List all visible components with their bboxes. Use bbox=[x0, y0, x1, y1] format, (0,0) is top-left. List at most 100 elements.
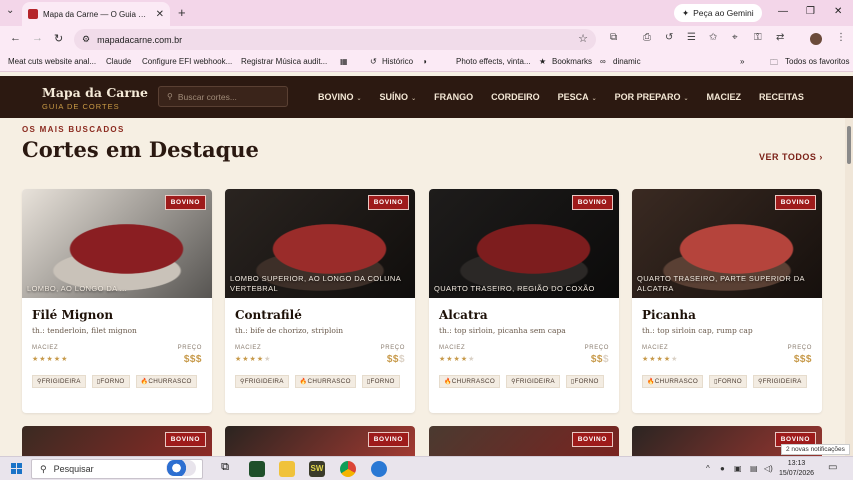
minimize-icon[interactable]: — bbox=[778, 6, 788, 17]
reload-icon[interactable]: ↻ bbox=[54, 32, 63, 45]
file-explorer-icon[interactable] bbox=[279, 461, 295, 477]
notifications-icon[interactable]: ▭ bbox=[828, 462, 837, 473]
image-caption: QUARTO TRASEIRO, REGIÃO DO COXÃO bbox=[434, 284, 595, 293]
cut-title[interactable]: Filé Mignon bbox=[32, 308, 113, 322]
main-menu: BOVINO ⌄ SUÍNO ⌄ FRANGO CORDEIRO PESCA ⌄ PO… bbox=[318, 92, 822, 102]
back-icon[interactable]: ← bbox=[10, 32, 21, 44]
favorites-icon[interactable]: ✩ bbox=[709, 32, 717, 43]
chevron-up-icon[interactable]: ^ bbox=[706, 464, 710, 473]
system-clock[interactable]: 13:13 15/07/2026 bbox=[779, 459, 814, 479]
more-menu-icon[interactable]: ⋮ bbox=[836, 32, 846, 43]
prep-tag[interactable]: ▯FORNO bbox=[709, 375, 747, 388]
soccer-ball-icon[interactable] bbox=[166, 460, 196, 476]
cut-card[interactable]: BOVINO QUARTO TRASEIRO, REGIÃO DO COXÃO … bbox=[429, 189, 619, 413]
cut-card[interactable]: BOVINO LOMBO SUPERIOR, AO LONGO DA COLUN… bbox=[225, 189, 415, 413]
cut-card[interactable]: BOVINO QUARTO TRASEIRO, PARTE SUPERIOR D… bbox=[632, 189, 822, 413]
network-icon[interactable]: ▤ bbox=[750, 464, 758, 473]
search-input[interactable] bbox=[177, 91, 278, 102]
card-partial[interactable]: BOVINO bbox=[22, 426, 212, 460]
menu-item-maciez[interactable]: MACIEZ bbox=[707, 92, 742, 102]
menu-item-frango[interactable]: FRANGO bbox=[434, 92, 473, 102]
print-icon[interactable]: ⎙ bbox=[643, 32, 651, 43]
password-key-icon[interactable]: ⚿ bbox=[754, 32, 762, 43]
prep-tag[interactable]: 🔥CHURRASCO bbox=[642, 375, 704, 388]
new-tab-icon[interactable]: + bbox=[178, 5, 186, 20]
sw-app-icon[interactable]: SW bbox=[309, 461, 325, 477]
maximize-icon[interactable]: ❐ bbox=[806, 6, 815, 17]
camera-icon[interactable]: ▣ bbox=[734, 464, 742, 473]
card-partial[interactable]: BOVINO bbox=[225, 426, 415, 460]
forward-icon[interactable]: → bbox=[32, 32, 43, 44]
card-partial[interactable]: BOVINO bbox=[429, 426, 619, 460]
cut-title[interactable]: Contrafilé bbox=[235, 308, 302, 322]
location-icon[interactable]: ⌖ bbox=[732, 32, 738, 43]
all-favorites-link[interactable]: Todos os favoritos bbox=[785, 57, 849, 66]
bookmark-item[interactable]: Configure EFI webhook... bbox=[142, 57, 232, 66]
prep-tag[interactable]: ⚲FRIGIDEIRA bbox=[752, 375, 807, 388]
cut-aka: th.: top sirloin, picanha sem capa bbox=[439, 326, 566, 335]
preco-label: PREÇO bbox=[380, 345, 405, 351]
menu-item-bovino[interactable]: BOVINO ⌄ bbox=[318, 92, 362, 102]
scrollbar-thumb[interactable] bbox=[847, 126, 851, 164]
stars-off: ★ bbox=[671, 356, 679, 363]
bookmark-item[interactable]: Meat cuts website anal... bbox=[8, 57, 96, 66]
menu-item-suino[interactable]: SUÍNO ⌄ bbox=[380, 92, 417, 102]
volume-icon[interactable]: ◁) bbox=[764, 464, 773, 473]
see-all-link[interactable]: VER TODOS › bbox=[759, 152, 823, 162]
section-eyebrow: OS MAIS BUSCADOS bbox=[22, 125, 125, 134]
task-view-icon[interactable]: ⧉ bbox=[217, 461, 233, 477]
bookmark-item[interactable]: Bookmarks bbox=[552, 57, 592, 66]
menu-item-por-preparo[interactable]: POR PREPARO ⌄ bbox=[615, 92, 689, 102]
apps-grid-icon[interactable]: ▦ bbox=[340, 57, 348, 66]
reading-list-icon[interactable]: ☰ bbox=[687, 32, 696, 43]
prep-tag[interactable]: 🔥CHURRASCO bbox=[439, 375, 501, 388]
menu-item-receitas[interactable]: RECEITAS bbox=[759, 92, 804, 102]
tab-search-icon[interactable]: ⌄ bbox=[6, 5, 14, 16]
close-tab-icon[interactable]: ✕ bbox=[156, 9, 164, 20]
windows-start-icon[interactable] bbox=[11, 463, 22, 474]
extension-icon[interactable]: ⧉ bbox=[610, 32, 617, 43]
image-caption: LOMBO SUPERIOR, AO LONGO DA COLUNA VERTE… bbox=[230, 274, 401, 293]
bookmark-item[interactable]: Photo effects, vinta... bbox=[456, 57, 531, 66]
browser-tab[interactable]: Mapa da Carne — O Guia Definitivo ✕ bbox=[22, 2, 170, 26]
site-info-icon[interactable]: ⚙ bbox=[82, 34, 90, 45]
category-badge: BOVINO bbox=[367, 432, 409, 447]
address-bar[interactable]: ⚙ mapadacarne.com.br ☆ bbox=[74, 29, 596, 50]
prep-tag[interactable]: ⚲FRIGIDEIRA bbox=[32, 375, 86, 388]
menu-item-pesca[interactable]: PESCA ⌄ bbox=[558, 92, 597, 102]
prep-tag[interactable]: ▯FORNO bbox=[565, 375, 604, 388]
prep-tag[interactable]: ▯FORNO bbox=[91, 375, 130, 388]
preco-label: PREÇO bbox=[177, 345, 202, 351]
translate-icon[interactable]: ⇄ bbox=[776, 32, 784, 43]
preco-label: PREÇO bbox=[787, 345, 812, 351]
site-favicon-icon bbox=[28, 9, 38, 19]
profile-avatar[interactable] bbox=[810, 33, 822, 45]
prep-tag[interactable]: ⚲FRIGIDEIRA bbox=[506, 375, 560, 388]
cut-title[interactable]: Alcatra bbox=[439, 308, 488, 322]
bookmark-item[interactable]: dinamic bbox=[613, 57, 641, 66]
app-icon[interactable] bbox=[249, 461, 265, 477]
bookmark-item[interactable]: Histórico bbox=[382, 57, 413, 66]
more-bookmarks-icon[interactable]: » bbox=[740, 57, 744, 66]
prep-tag[interactable]: ▯FORNO bbox=[361, 375, 400, 388]
close-window-icon[interactable]: ✕ bbox=[834, 6, 842, 17]
bookmark-item[interactable]: Registrar Música audit... bbox=[241, 57, 327, 66]
menu-label: FRANGO bbox=[434, 92, 474, 102]
bookmark-item[interactable]: Claude bbox=[106, 57, 131, 66]
tag-label: CHURRASCO bbox=[148, 378, 192, 385]
page-scrollbar[interactable] bbox=[845, 118, 853, 458]
prep-tag[interactable]: 🔥CHURRASCO bbox=[135, 375, 197, 388]
chrome-icon[interactable] bbox=[340, 461, 356, 477]
prep-tag[interactable]: 🔥CHURRASCO bbox=[294, 375, 356, 388]
site-logo-title[interactable]: Mapa da Carne bbox=[42, 85, 148, 100]
cut-card[interactable]: BOVINO LOMBO, AO LONGO DA ... Filé Migno… bbox=[22, 189, 212, 413]
bookmark-star-icon[interactable]: ☆ bbox=[578, 32, 588, 45]
app-icon[interactable] bbox=[371, 461, 387, 477]
prep-tag[interactable]: ⚲FRIGIDEIRA bbox=[235, 375, 289, 388]
history-icon[interactable]: ↺ bbox=[665, 32, 673, 43]
menu-item-cordeiro[interactable]: CORDEIRO bbox=[491, 92, 540, 102]
globe-icon[interactable]: ◑ bbox=[422, 57, 427, 66]
cut-title[interactable]: Picanha bbox=[642, 308, 696, 322]
gemini-button[interactable]: ✦ Peça ao Gemini bbox=[674, 4, 762, 22]
microphone-icon[interactable]: ● bbox=[720, 464, 725, 473]
